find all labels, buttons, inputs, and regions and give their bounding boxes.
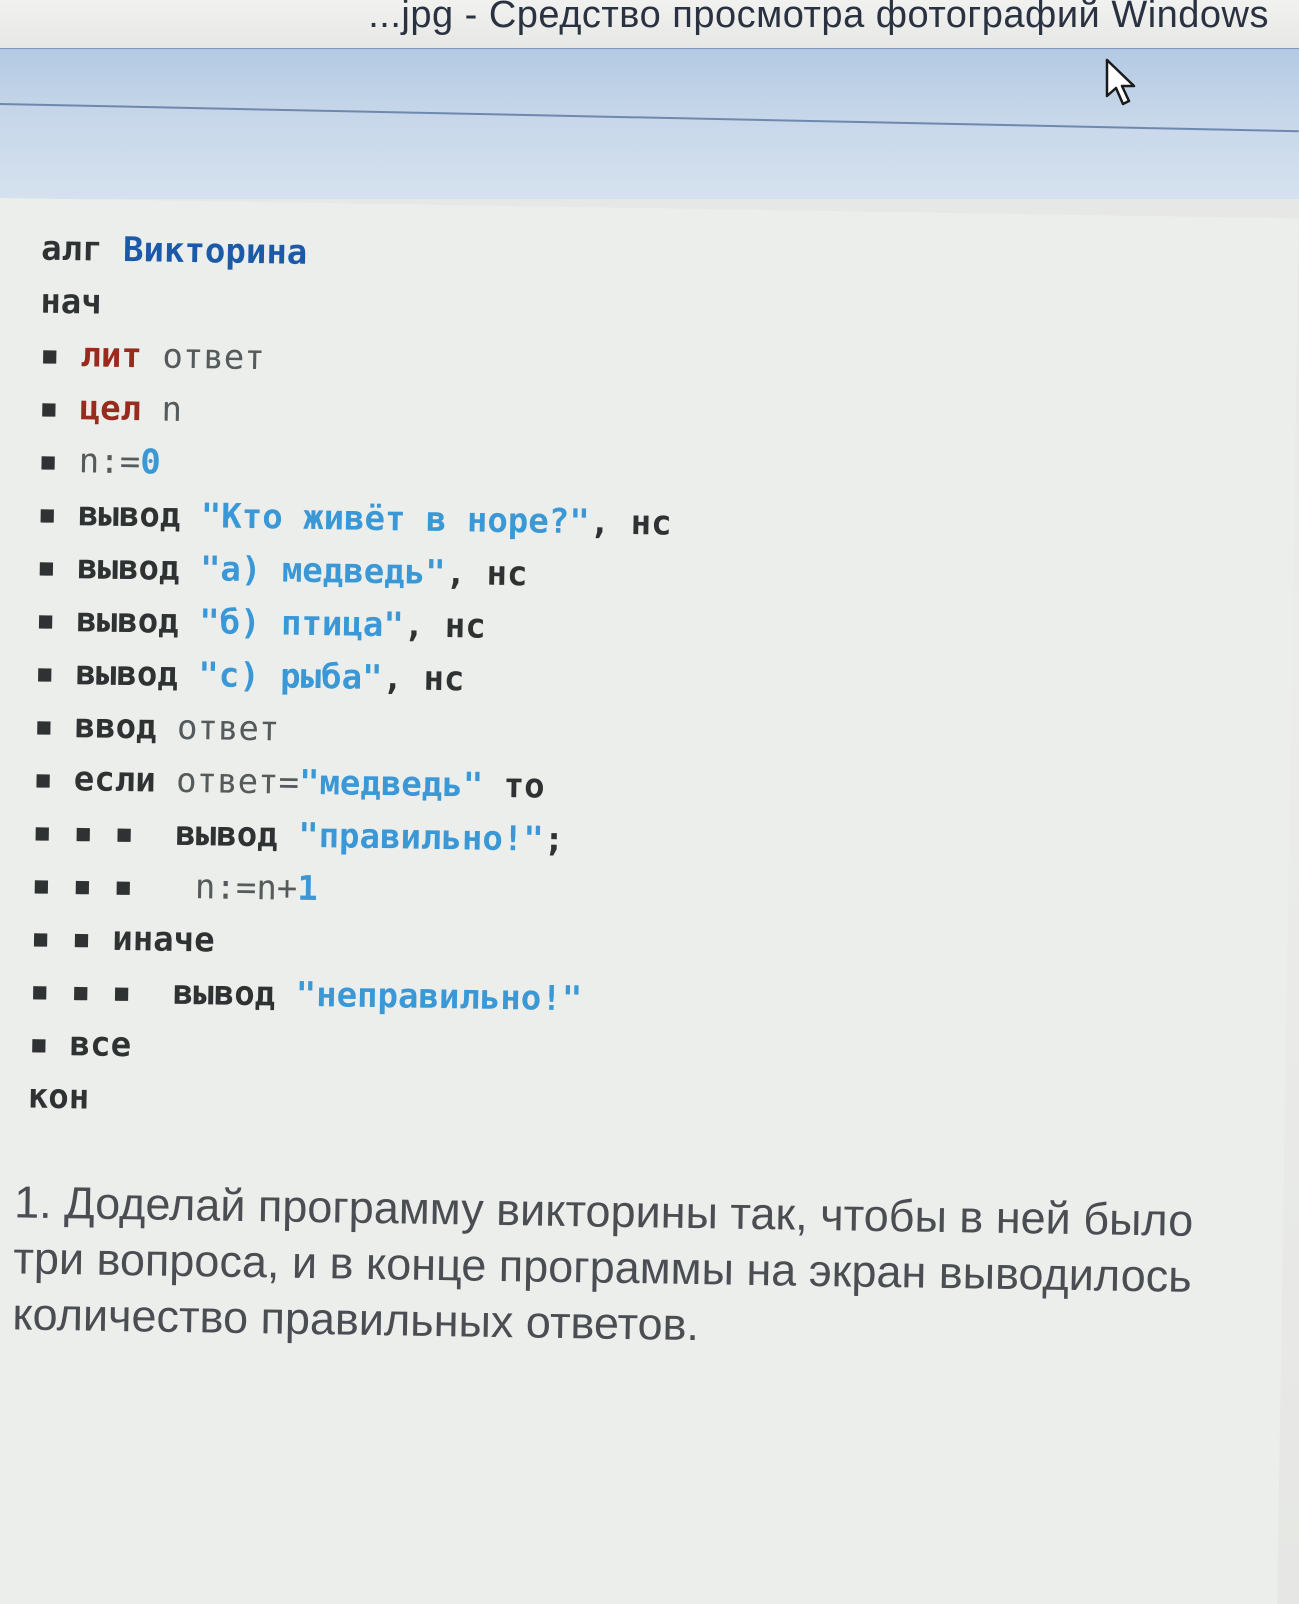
line-tail: ; <box>543 819 565 860</box>
keyword: вывод <box>172 972 276 1015</box>
variable: ответ <box>162 336 266 379</box>
indent-marker: ▪ ▪ ▪ <box>29 970 133 1013</box>
line-tail: , нс <box>382 658 465 700</box>
photo-viewer-screen: ...jpg - Средство просмотра фотографий W… <box>0 0 1299 1604</box>
number-literal: 0 <box>139 442 162 483</box>
indent-marker: ▪ <box>39 334 61 375</box>
number-literal: 1 <box>297 868 319 910</box>
mouse-pointer-icon <box>1105 58 1136 106</box>
string-literal: "с) рыба" <box>198 655 383 699</box>
image-content: алг Викторина нач ▪ лит ответ ▪ цел n ▪ … <box>0 198 1299 1604</box>
string-literal: "а) медведь" <box>199 549 446 594</box>
keyword: вывод <box>76 600 180 642</box>
code-line-16: ▪ все <box>28 1018 663 1081</box>
indent-marker: ▪ <box>36 493 58 534</box>
type-keyword: цел <box>79 388 142 430</box>
string-literal: "медведь" <box>298 762 484 806</box>
code-listing: алг Викторина нач ▪ лит ответ ▪ цел n ▪ … <box>27 223 676 1134</box>
type-keyword: лит <box>80 335 143 377</box>
task-text: 1. Доделай программу викторины так, чтоб… <box>12 1176 1194 1351</box>
indent-marker: ▪ <box>28 1023 50 1064</box>
algorithm-name: Викторина <box>122 229 308 273</box>
keyword: вывод <box>175 813 279 856</box>
indent-marker: ▪ <box>37 440 59 481</box>
variable: ответ <box>176 707 280 750</box>
variable: n <box>161 389 183 430</box>
keyword: вывод <box>77 494 181 536</box>
title-bar[interactable]: ...jpg - Средство просмотра фотографий W… <box>0 0 1299 50</box>
keyword: ввод <box>74 706 157 748</box>
line-tail: , нс <box>445 553 528 595</box>
keyword: вывод <box>75 653 179 695</box>
window-title: ...jpg - Средство просмотра фотографий W… <box>368 0 1269 36</box>
indent-marker: ▪ ▪ ▪ <box>30 864 134 907</box>
indent-marker: ▪ <box>38 387 60 428</box>
indent-marker: ▪ <box>35 546 58 587</box>
condition: ответ= <box>175 760 300 803</box>
keyword: иначе <box>111 918 215 961</box>
string-literal: "Кто живёт в норе?" <box>200 496 591 543</box>
string-literal: "неправильно!" <box>295 974 583 1020</box>
indent-marker: ▪ <box>33 705 55 746</box>
keyword: все <box>69 1024 132 1066</box>
indent-marker: ▪ <box>34 652 56 693</box>
keyword: вывод <box>76 547 180 589</box>
keyword: нач <box>40 281 103 323</box>
indent-marker: ▪ <box>35 599 57 640</box>
keyword: если <box>73 759 157 801</box>
line-tail: , нс <box>403 605 487 647</box>
code-line-17: кон <box>27 1071 662 1134</box>
keyword: то <box>503 765 545 807</box>
indent-marker: ▪ ▪ ▪ <box>31 811 135 854</box>
indent-marker: ▪ ▪ <box>30 917 93 959</box>
keyword: алг <box>40 228 103 270</box>
string-literal: "правильно!" <box>297 815 545 860</box>
code-line-1: алг Викторина <box>41 223 676 286</box>
assignment: n:= <box>78 441 141 483</box>
keyword: кон <box>27 1076 90 1118</box>
line-tail: , нс <box>589 502 672 544</box>
assignment: n:=n+ <box>194 867 298 909</box>
indent-marker: ▪ <box>32 758 54 799</box>
string-literal: "б) птица" <box>198 602 405 646</box>
